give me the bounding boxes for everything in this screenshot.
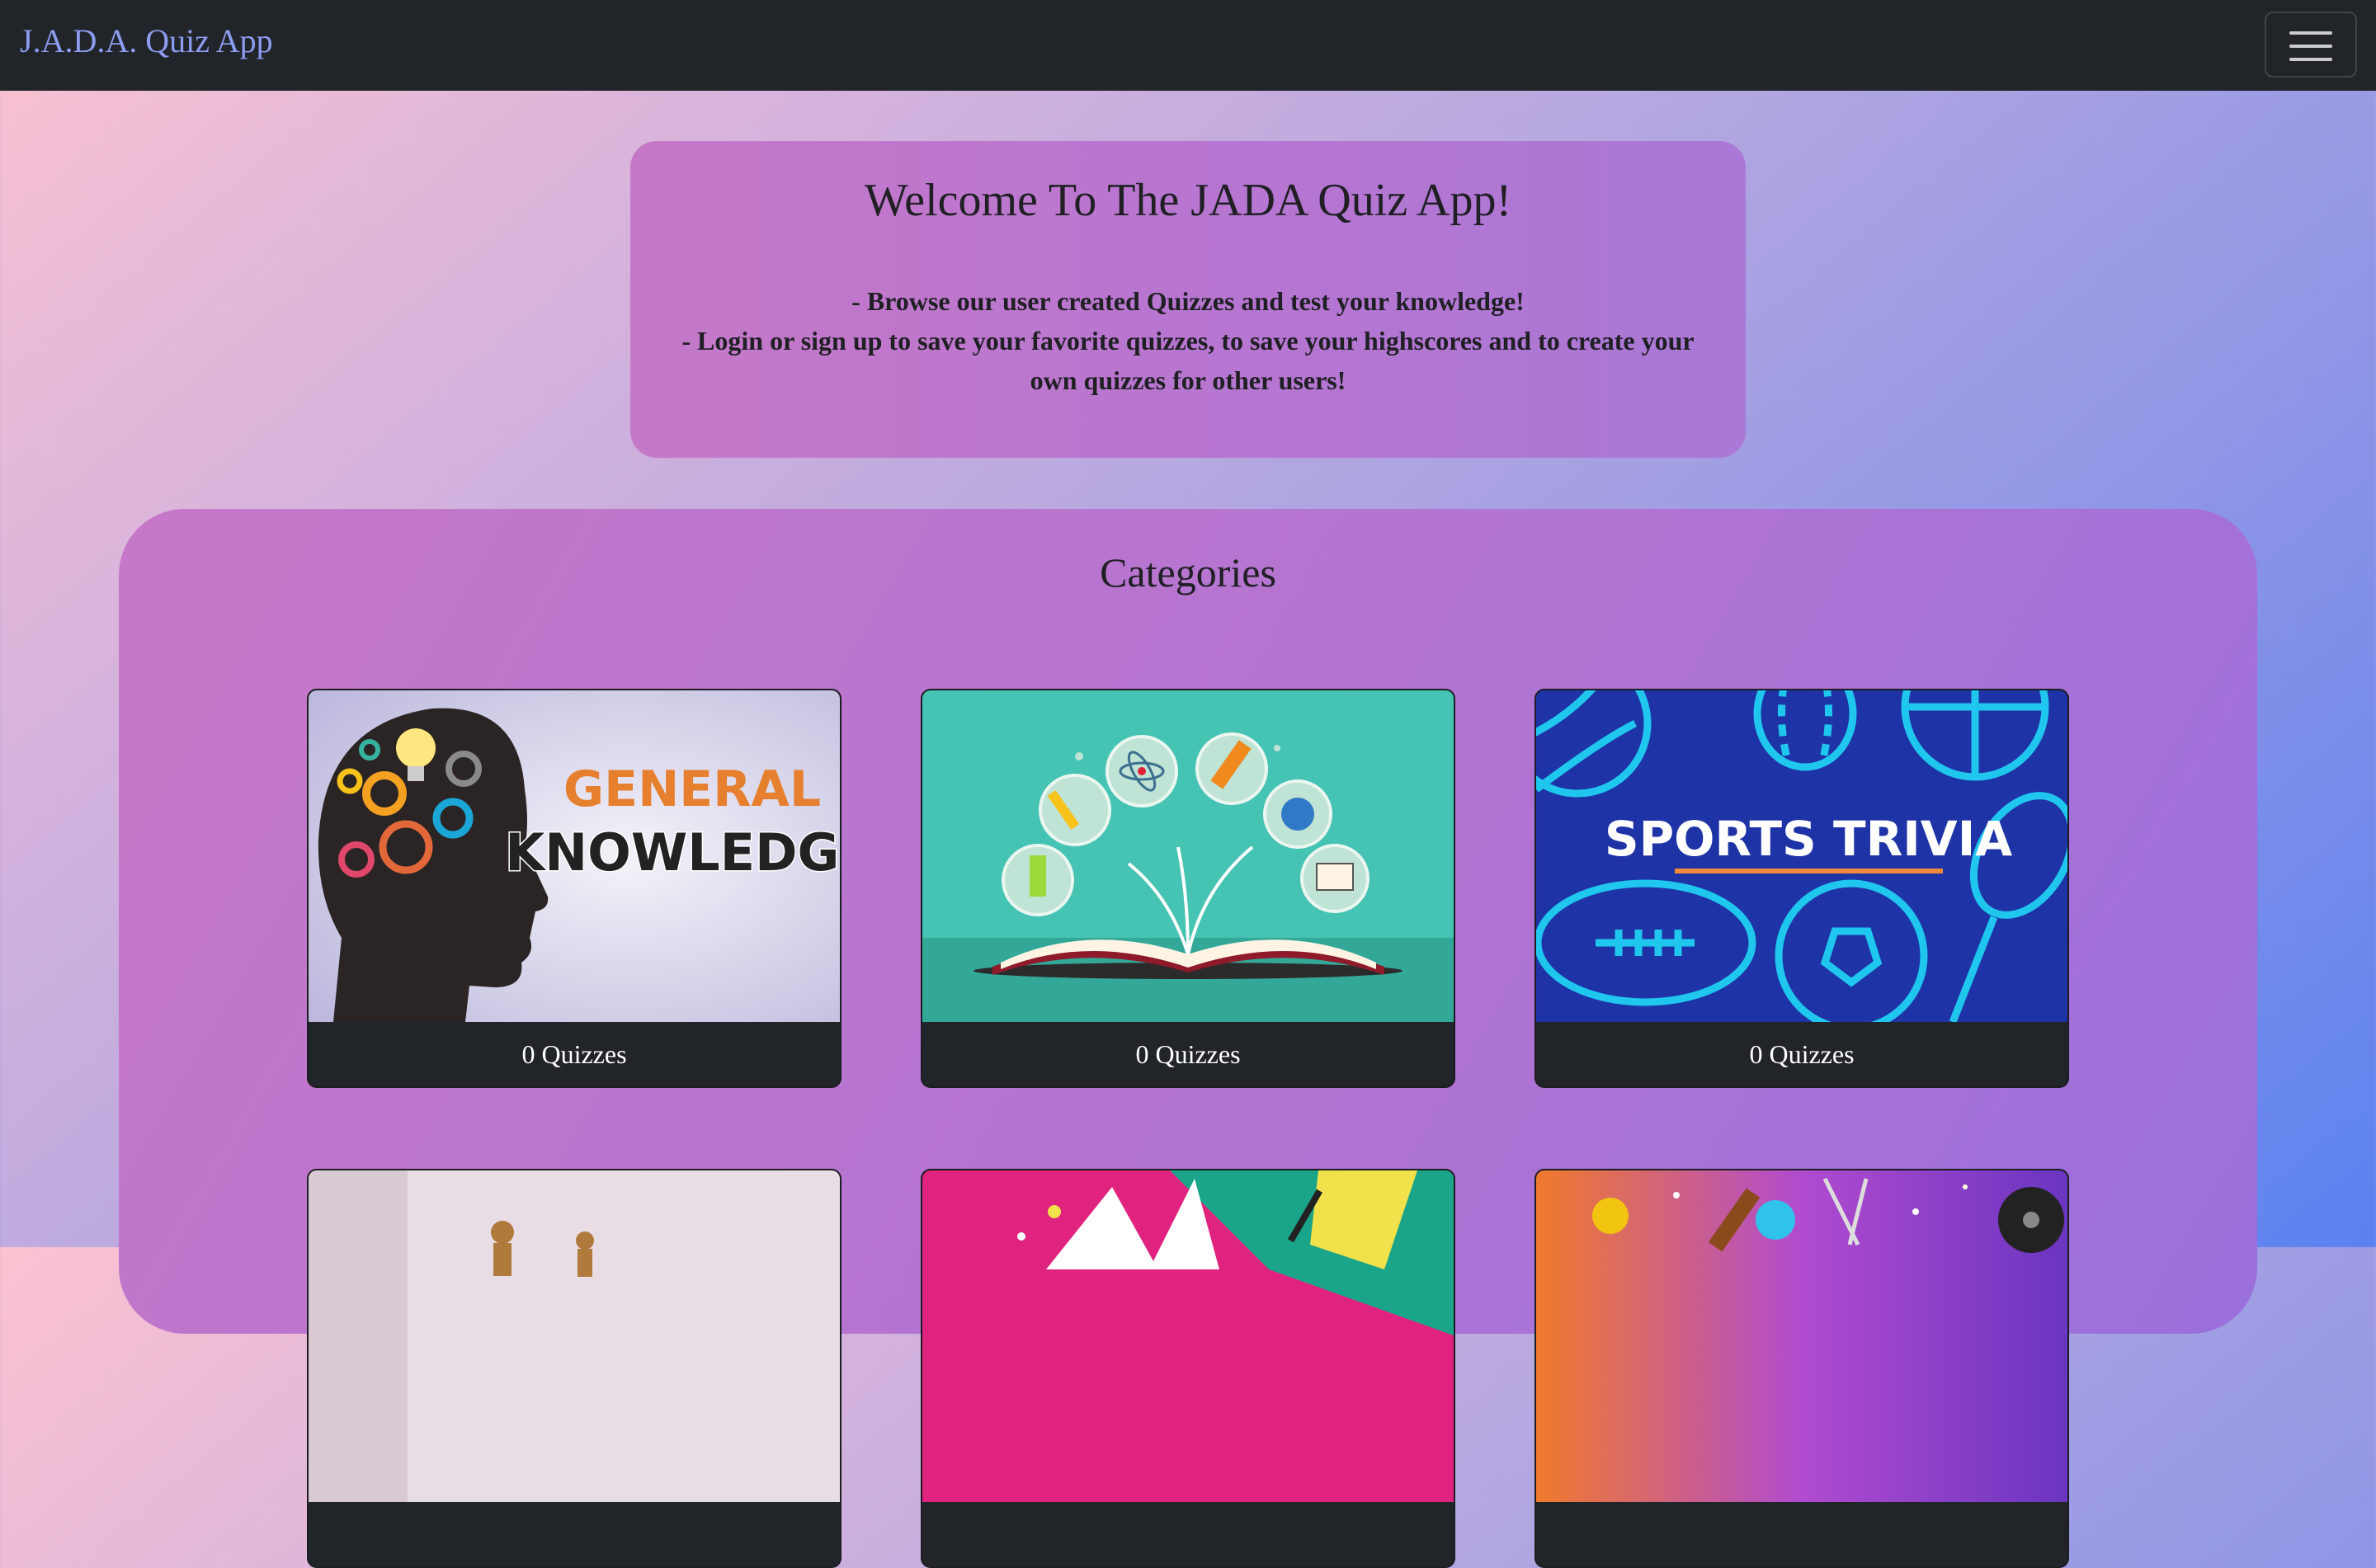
pop-culture-image bbox=[922, 1170, 1454, 1502]
svg-text:KNOWLEDGE: KNOWLEDGE bbox=[505, 822, 840, 883]
welcome-description: - Browse our user created Quizzes and te… bbox=[672, 281, 1704, 400]
category-card-pop-culture[interactable] bbox=[921, 1169, 1455, 1568]
brand-link[interactable]: J.A.D.A. Quiz App bbox=[20, 21, 273, 60]
chess-image bbox=[309, 1170, 840, 1502]
quiz-count-label: 0 Quizzes bbox=[922, 1022, 1454, 1086]
welcome-line-browse: - Browse our user created Quizzes and te… bbox=[851, 286, 1525, 316]
categories-heading: Categories bbox=[1100, 549, 1276, 596]
quiz-count-label: 0 Quizzes bbox=[309, 1022, 840, 1086]
category-card-science[interactable]: 0 Quizzes bbox=[921, 689, 1455, 1088]
quiz-count-label: 0 Quizzes bbox=[1536, 1022, 2067, 1086]
welcome-panel: Welcome To The JADA Quiz App! - Browse o… bbox=[630, 141, 1746, 458]
category-card-chess[interactable] bbox=[307, 1169, 842, 1568]
welcome-title: Welcome To The JADA Quiz App! bbox=[864, 175, 1512, 226]
top-navbar: J.A.D.A. Quiz App bbox=[0, 0, 2376, 91]
welcome-line-login: - Login or sign up to save your favorite… bbox=[681, 326, 1695, 395]
category-card-sports-trivia[interactable]: SPORTS TRIVIA 0 Quizzes bbox=[1534, 689, 2069, 1088]
categories-section: Categories GENERAL KNOWLEDGE 0 Quizzes 0… bbox=[119, 509, 2257, 1568]
open-book-science-image bbox=[922, 690, 1454, 1022]
svg-text:GENERAL: GENERAL bbox=[563, 760, 821, 818]
hamburger-menu-icon bbox=[2289, 31, 2332, 35]
general-knowledge-image: GENERAL KNOWLEDGE bbox=[309, 690, 840, 1022]
music-image bbox=[1536, 1170, 2067, 1502]
category-card-music[interactable] bbox=[1534, 1169, 2069, 1568]
svg-text:SPORTS TRIVIA: SPORTS TRIVIA bbox=[1605, 811, 2012, 867]
category-card-general-knowledge[interactable]: GENERAL KNOWLEDGE 0 Quizzes bbox=[307, 689, 842, 1088]
menu-toggle-button[interactable] bbox=[2265, 12, 2357, 78]
sports-trivia-image: SPORTS TRIVIA bbox=[1536, 690, 2067, 1022]
